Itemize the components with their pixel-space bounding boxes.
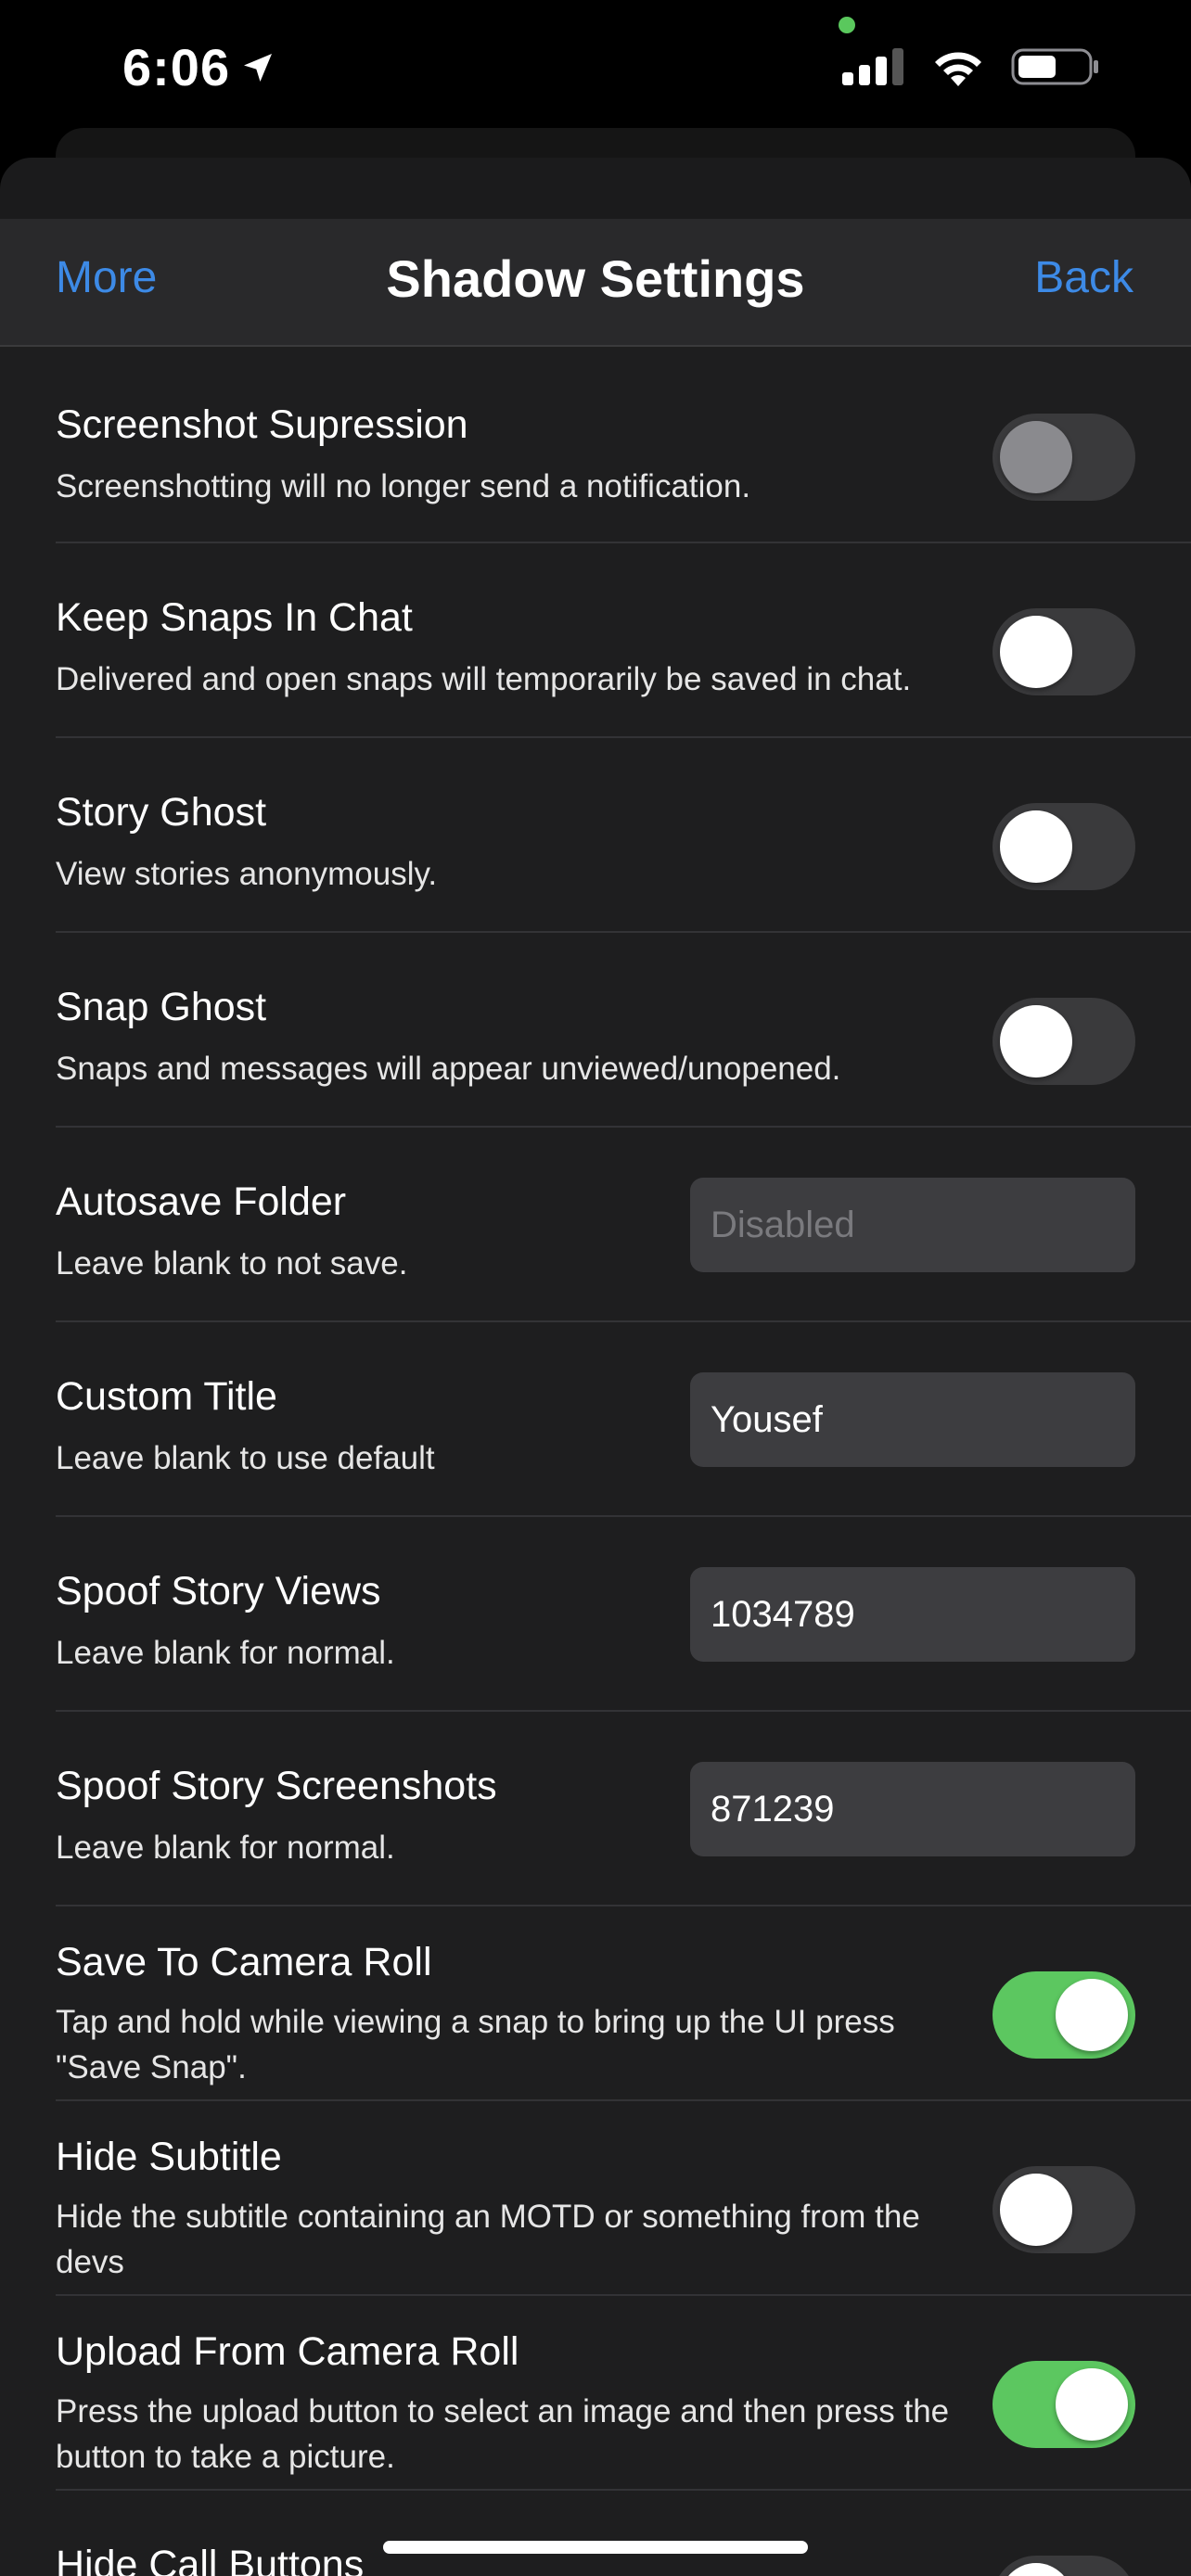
hide-call-buttons-toggle[interactable] — [992, 2556, 1135, 2576]
toggle-knob — [1000, 810, 1072, 883]
setting-title: Hide Call Buttons — [56, 2543, 365, 2576]
setting-row-story-ghost: Story Ghost View stories anonymously. — [56, 738, 1191, 933]
navigation-bar: More Shadow Settings Back — [0, 219, 1191, 347]
setting-row-snap-ghost: Snap Ghost Snaps and messages will appea… — [56, 933, 1191, 1128]
cellular-signal-icon — [842, 48, 903, 85]
setting-row-screenshot-supression: Screenshot Supression Screenshotting wil… — [56, 351, 1191, 543]
home-indicator[interactable] — [383, 2541, 808, 2554]
save-to-camera-roll-toggle[interactable] — [992, 1971, 1135, 2059]
story-ghost-toggle[interactable] — [992, 803, 1135, 890]
spoof-story-views-input[interactable]: 1034789 — [690, 1567, 1135, 1662]
toggle-knob — [1056, 2368, 1128, 2441]
setting-row-spoof-story-views: Spoof Story Views Leave blank for normal… — [56, 1517, 1191, 1712]
hide-subtitle-toggle[interactable] — [992, 2166, 1135, 2253]
status-bar: 6:06 — [0, 0, 1191, 139]
setting-row-autosave-folder: Autosave Folder Leave blank to not save.… — [56, 1128, 1191, 1322]
setting-subtitle: Snaps and messages will appear unviewed/… — [56, 1051, 841, 1087]
back-button[interactable]: Back — [1034, 252, 1133, 303]
status-time-text: 6:06 — [122, 38, 231, 96]
status-icons — [842, 46, 1100, 87]
setting-row-keep-snaps-in-chat: Keep Snaps In Chat Delivered and open sn… — [56, 543, 1191, 738]
setting-title: Spoof Story Screenshots — [56, 1764, 497, 1808]
wifi-icon — [935, 52, 981, 86]
location-arrow-icon — [244, 53, 273, 82]
setting-subtitle: Press the upload button to select an ima… — [56, 2393, 950, 2475]
upload-from-camera-roll-toggle[interactable] — [992, 2361, 1135, 2448]
toggle-knob — [1000, 616, 1072, 688]
toggle-knob — [1056, 1979, 1128, 2051]
toggle-knob — [1000, 421, 1072, 493]
setting-title: Upload From Camera Roll — [56, 2329, 519, 2374]
spoof-story-screenshots-input[interactable]: 871239 — [690, 1762, 1135, 1856]
custom-title-input[interactable]: Yousef — [690, 1372, 1135, 1467]
setting-title: Story Ghost — [56, 790, 267, 835]
setting-title: Hide Subtitle — [56, 2135, 282, 2179]
autosave-folder-input[interactable]: Disabled — [690, 1178, 1135, 1272]
screenshot-supression-toggle[interactable] — [992, 414, 1135, 501]
setting-title: Screenshot Supression — [56, 402, 468, 447]
setting-row-upload-from-camera-roll: Upload From Camera Roll Press the upload… — [56, 2296, 1191, 2491]
setting-title: Save To Camera Roll — [56, 1940, 432, 1984]
battery-icon — [1011, 48, 1098, 85]
status-time: 6:06 — [122, 37, 276, 97]
page-title: Shadow Settings — [386, 249, 805, 308]
settings-list[interactable]: Screenshot Supression Screenshotting wil… — [0, 347, 1191, 2576]
setting-subtitle: Delivered and open snaps will temporaril… — [56, 661, 912, 697]
setting-subtitle: View stories anonymously. — [56, 856, 438, 892]
setting-row-hide-call-buttons: Hide Call Buttons — [56, 2491, 1191, 2576]
snap-ghost-toggle[interactable] — [992, 998, 1135, 1085]
toggle-knob — [1000, 1005, 1072, 1078]
microphone-indicator-icon — [839, 17, 855, 33]
setting-title: Autosave Folder — [56, 1180, 347, 1224]
setting-title: Snap Ghost — [56, 985, 267, 1029]
setting-row-custom-title: Custom Title Leave blank to use default … — [56, 1322, 1191, 1517]
setting-title: Custom Title — [56, 1374, 277, 1419]
setting-subtitle: Screenshotting will no longer send a not… — [56, 468, 751, 504]
setting-row-save-to-camera-roll: Save To Camera Roll Tap and hold while v… — [56, 1906, 1191, 2101]
setting-title: Keep Snaps In Chat — [56, 595, 413, 640]
setting-row-hide-subtitle: Hide Subtitle Hide the subtitle containi… — [56, 2101, 1191, 2296]
keep-snaps-in-chat-toggle[interactable] — [992, 608, 1135, 695]
setting-subtitle: Hide the subtitle containing an MOTD or … — [56, 2199, 920, 2280]
toggle-knob — [1000, 2563, 1072, 2576]
setting-subtitle: Tap and hold while viewing a snap to bri… — [56, 2004, 895, 2085]
toggle-knob — [1000, 2174, 1072, 2246]
setting-title: Spoof Story Views — [56, 1569, 381, 1613]
setting-row-spoof-story-screenshots: Spoof Story Screenshots Leave blank for … — [56, 1712, 1191, 1906]
